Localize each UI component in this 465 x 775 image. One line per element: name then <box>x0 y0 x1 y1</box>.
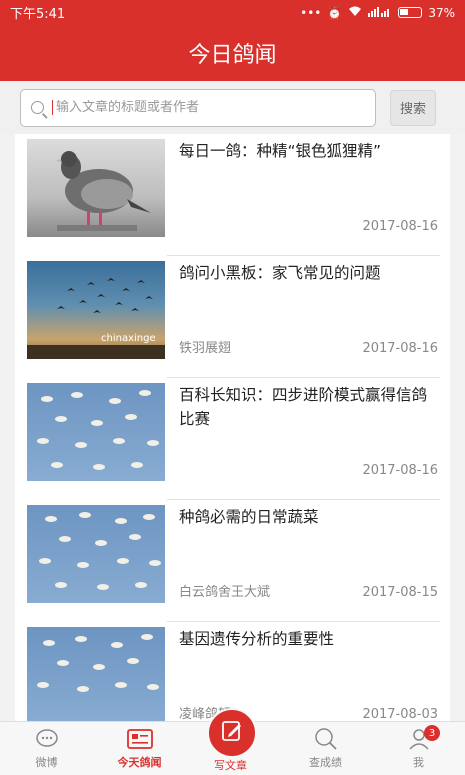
tab-check-results[interactable]: 查成绩 <box>279 722 372 775</box>
article-item[interactable]: chinaxinge 鸽问小黑板：家飞常见的问题 铁羽展翅 2017-08-16 <box>15 256 450 378</box>
article-title: 种鸽必需的日常蔬菜 <box>179 508 319 526</box>
alarm-icon: ⏰ <box>327 5 343 20</box>
status-icons: ••• ⏰ 37% <box>300 6 455 20</box>
search-button[interactable]: 搜索 <box>390 89 436 126</box>
article-item[interactable]: 基因遗传分析的重要性 凌峰鸽轩 2017-08-03 <box>15 622 450 721</box>
article-source: 铁羽展翅 <box>179 341 232 356</box>
article-meta: 基因遗传分析的重要性 凌峰鸽轩 2017-08-03 <box>165 627 438 721</box>
newspaper-icon <box>126 727 153 751</box>
app-header: 今日鸽闻 <box>0 25 465 81</box>
article-title: 基因遗传分析的重要性 <box>179 630 335 648</box>
article-thumbnail <box>27 505 165 603</box>
tab-today-news[interactable]: 今天鸽闻 <box>93 722 186 775</box>
article-thumbnail <box>27 627 165 721</box>
write-article-label: 写文章 <box>214 759 247 772</box>
search-input[interactable] <box>52 100 365 115</box>
chat-bubble-icon <box>34 727 60 751</box>
article-meta: 鸽问小黑板：家飞常见的问题 铁羽展翅 2017-08-16 <box>165 261 438 378</box>
search-box[interactable] <box>20 88 376 127</box>
write-article-button[interactable] <box>207 708 257 758</box>
article-title: 百科长知识：四步进阶模式赢得信鸽比赛 <box>179 386 428 428</box>
search-bar: 搜索 <box>0 81 465 134</box>
article-date: 2017-08-03 <box>362 707 438 721</box>
article-thumbnail <box>27 383 165 481</box>
search-icon <box>313 727 339 751</box>
article-meta: 每日一鸽：种精“银色狐狸精” 2017-08-16 <box>165 139 438 256</box>
article-source: 白云鸽舍王大斌 <box>179 585 271 600</box>
tab-me[interactable]: 3 我 <box>372 722 465 775</box>
tab-weibo[interactable]: 微博 <box>0 722 93 775</box>
article-meta: 种鸽必需的日常蔬菜 白云鸽舍王大斌 2017-08-15 <box>165 505 438 622</box>
tab-label: 微博 <box>35 756 58 769</box>
more-dots-icon: ••• <box>300 5 322 20</box>
wifi-icon <box>348 6 362 20</box>
signal-icon <box>368 6 392 20</box>
article-list: 每日一鸽：种精“银色狐狸精” 2017-08-16 chinaxinge 鸽问小… <box>15 134 450 721</box>
notification-badge: 3 <box>424 725 440 741</box>
edit-icon <box>220 719 244 747</box>
battery-percent: 37% <box>428 5 455 20</box>
article-date: 2017-08-15 <box>362 585 438 600</box>
watermark-text: chinaxinge <box>101 333 156 344</box>
page-title: 今日鸽闻 <box>188 43 277 68</box>
article-thumbnail: chinaxinge <box>27 261 165 359</box>
status-bar: 下午5:41 ••• ⏰ 37% <box>0 0 465 25</box>
search-icon <box>31 101 44 114</box>
tab-label: 查成绩 <box>309 756 342 769</box>
article-item[interactable]: 每日一鸽：种精“银色狐狸精” 2017-08-16 <box>15 134 450 256</box>
battery-icon <box>398 7 423 18</box>
tab-label: 我 <box>413 756 424 769</box>
article-date: 2017-08-16 <box>362 219 438 234</box>
status-time: 下午5:41 <box>10 7 66 22</box>
article-date: 2017-08-16 <box>362 341 438 356</box>
article-meta: 百科长知识：四步进阶模式赢得信鸽比赛 2017-08-16 <box>165 383 438 500</box>
article-date: 2017-08-16 <box>362 463 438 478</box>
article-title: 鸽问小黑板：家飞常见的问题 <box>179 264 381 282</box>
tab-label: 今天鸽闻 <box>117 756 162 769</box>
article-item[interactable]: 百科长知识：四步进阶模式赢得信鸽比赛 2017-08-16 <box>15 378 450 500</box>
article-title: 每日一鸽：种精“银色狐狸精” <box>179 142 382 160</box>
article-item[interactable]: 种鸽必需的日常蔬菜 白云鸽舍王大斌 2017-08-15 <box>15 500 450 622</box>
article-thumbnail <box>27 139 165 237</box>
